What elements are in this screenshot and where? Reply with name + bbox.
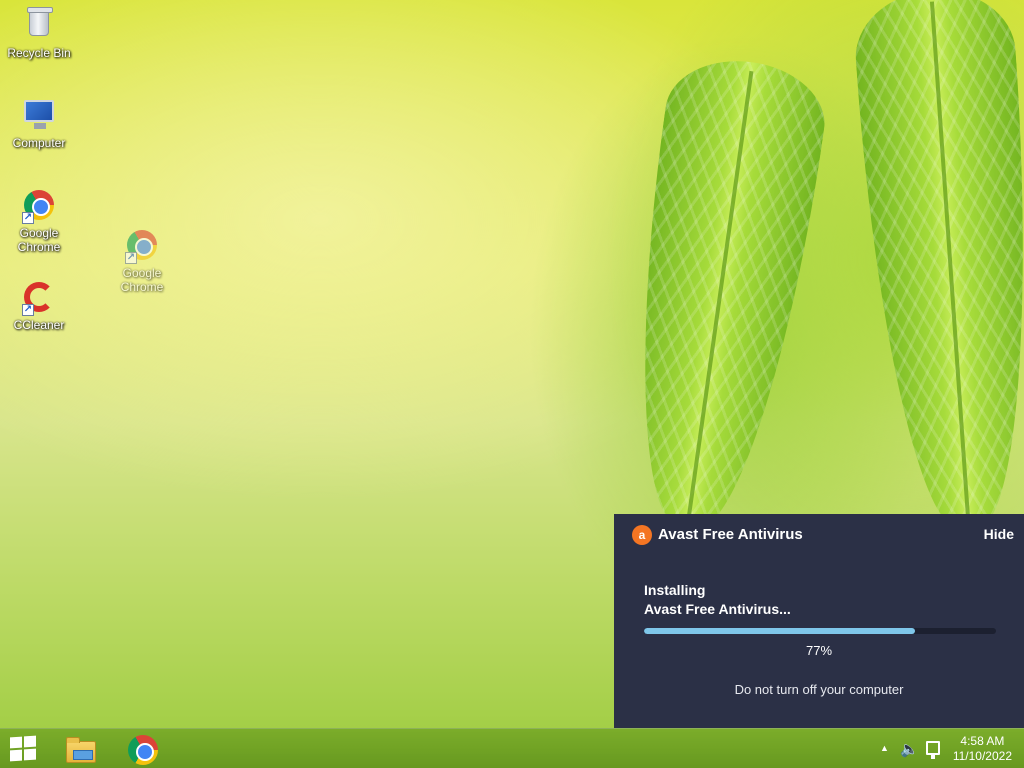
notification-header: a Avast Free Antivirus Hide	[630, 524, 1014, 546]
shortcut-arrow-icon: ↗	[22, 304, 34, 316]
chrome-icon	[128, 735, 158, 765]
taskbar-google-chrome[interactable]	[126, 733, 160, 767]
taskbar-file-explorer[interactable]	[64, 735, 98, 763]
chrome-icon: ↗	[125, 230, 159, 264]
status-line-2: Avast Free Antivirus...	[644, 601, 791, 617]
recycle-bin-icon	[22, 7, 56, 44]
ccleaner-icon: ↗	[22, 282, 56, 316]
shortcut-arrow-icon: ↗	[125, 252, 137, 264]
show-hidden-icons-icon[interactable]: ▲	[880, 743, 889, 753]
avast-logo-icon: a	[632, 525, 652, 545]
chrome-icon: ↗	[22, 190, 56, 224]
avast-install-notification: a Avast Free Antivirus Hide Installing A…	[614, 514, 1024, 728]
install-status: Installing Avast Free Antivirus...	[644, 581, 791, 619]
desktop-icon-label: Google Chrome	[17, 226, 61, 254]
desktop-icon-ccleaner[interactable]: ↗ CCleaner	[1, 280, 77, 332]
desktop-icon-computer[interactable]: Computer	[1, 98, 77, 150]
taskbar: ▲ 🔈 4:58 AM 11/10/2022	[0, 728, 1024, 768]
volume-icon[interactable]: 🔈	[900, 740, 919, 758]
status-line-1: Installing	[644, 582, 706, 598]
network-icon[interactable]	[926, 741, 940, 759]
desktop-icon-label: CCleaner	[13, 318, 65, 332]
desktop-icon-google-chrome-dragging[interactable]: ↗ Google Chrome	[104, 228, 180, 294]
computer-icon	[22, 100, 56, 134]
desktop-icon-google-chrome[interactable]: ↗ Google Chrome	[1, 188, 77, 254]
system-tray: ▲ 🔈 4:58 AM 11/10/2022	[864, 729, 1024, 768]
progress-percent: 77%	[805, 643, 833, 658]
install-progress-fill	[644, 628, 916, 634]
desktop-icon-label: Recycle Bin	[7, 46, 71, 60]
desktop-icon-label: Google Chrome	[120, 266, 164, 294]
hide-button[interactable]: Hide	[984, 526, 1014, 542]
install-progress-bar	[644, 628, 996, 634]
clock-date: 11/10/2022	[952, 749, 1012, 763]
desktop-icon-label: Computer	[12, 136, 66, 150]
wallpaper-leaf	[608, 51, 832, 539]
clock[interactable]: 4:58 AM 11/10/2022	[953, 734, 1012, 764]
wallpaper-leaf	[851, 0, 1024, 535]
clock-time: 4:58 AM	[960, 734, 1005, 748]
notification-title: Avast Free Antivirus	[658, 526, 803, 543]
desktop-icon-recycle-bin[interactable]: Recycle Bin	[1, 6, 77, 60]
start-button[interactable]	[10, 735, 38, 762]
folder-icon	[66, 737, 96, 763]
shortcut-arrow-icon: ↗	[22, 212, 34, 224]
power-warning: Do not turn off your computer	[734, 682, 904, 697]
